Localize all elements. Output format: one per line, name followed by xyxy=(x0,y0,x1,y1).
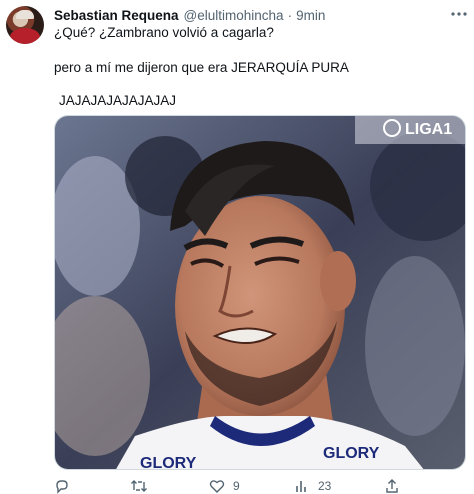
reply-button[interactable] xyxy=(54,478,78,494)
tweet-text-line: pero a mí me dijeron que era JERARQUÍA P… xyxy=(54,60,349,75)
tweet-text-line: ¿Qué? ¿Zambrano volvió a cagarla? xyxy=(54,25,274,40)
more-icon[interactable] xyxy=(450,8,468,20)
author-handle[interactable]: @elultimohincha xyxy=(184,8,284,23)
tweet[interactable]: Sebastian Requena @elultimohincha · 9min… xyxy=(0,0,474,494)
tweet-text-line: JAJAJAJAJAJAJAJ xyxy=(59,93,177,108)
retweet-button[interactable] xyxy=(130,478,156,494)
retweet-icon xyxy=(130,478,148,494)
tweet-header: Sebastian Requena @elultimohincha · 9min xyxy=(54,6,450,24)
like-icon xyxy=(209,478,225,494)
avatar-shirt xyxy=(10,28,40,44)
like-count: 9 xyxy=(233,479,240,493)
tweet-photo[interactable]: GLORY GLORY LIGA1 xyxy=(54,115,466,470)
avatar[interactable] xyxy=(6,6,44,44)
share-button[interactable] xyxy=(384,478,400,494)
author-name[interactable]: Sebastian Requena xyxy=(54,8,179,23)
views-count: 23 xyxy=(318,479,332,493)
jersey-text-right: GLORY xyxy=(323,445,380,462)
jersey-text-left: GLORY xyxy=(140,455,197,470)
photo-player-grimacing: GLORY GLORY LIGA1 xyxy=(55,116,465,470)
views-icon xyxy=(294,478,310,494)
tweet-actions: 9 23 xyxy=(54,478,466,494)
share-icon xyxy=(384,478,400,494)
separator-dot: · xyxy=(287,7,293,23)
like-button[interactable]: 9 xyxy=(209,478,240,494)
reply-icon xyxy=(54,478,70,494)
views-button[interactable]: 23 xyxy=(294,478,331,494)
avatar-hat xyxy=(16,10,34,19)
liga-logo-text: LIGA1 xyxy=(405,121,452,138)
timestamp[interactable]: 9min xyxy=(296,8,325,23)
